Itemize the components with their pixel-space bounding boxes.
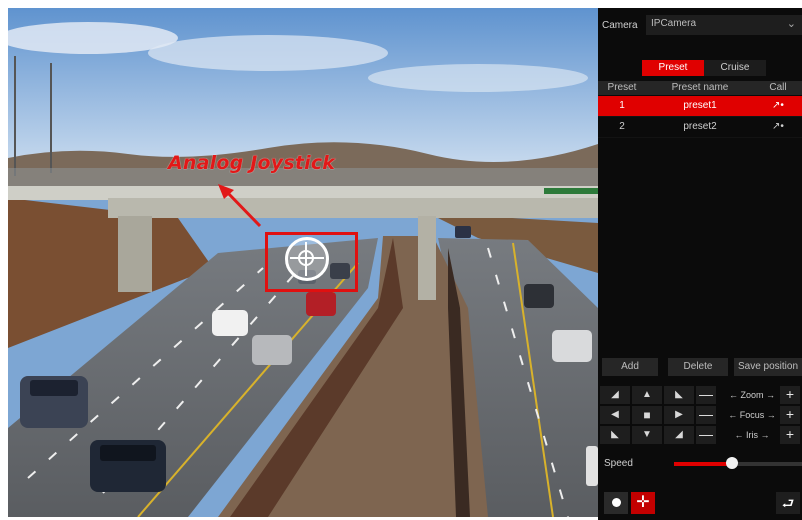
camera-label: Camera xyxy=(602,20,638,31)
ptz-control-panel: Camera IPCamera ⌄ Preset Cruise Preset P… xyxy=(598,8,802,520)
pan-up-right-icon[interactable]: ◣ xyxy=(664,386,694,404)
preset-table-body: 1 preset1 ↗• 2 preset2 ↗• xyxy=(598,96,802,138)
iris-open-button[interactable]: + xyxy=(780,426,800,444)
pan-up-icon[interactable]: ▲ xyxy=(632,386,662,404)
save-position-button[interactable]: Save position xyxy=(734,358,802,376)
focus-label-text: Focus xyxy=(739,410,765,420)
column-header-preset: Preset xyxy=(607,82,637,93)
column-header-call: Call xyxy=(769,82,787,93)
annotation-label: Analog Joystick xyxy=(168,152,336,174)
focus-far-button[interactable]: + xyxy=(780,406,800,424)
speed-label: Speed xyxy=(604,458,633,469)
analog-joystick[interactable] xyxy=(285,237,329,281)
zoom-in-button[interactable]: + xyxy=(780,386,800,404)
zoom-label: ← Zoom → xyxy=(728,390,776,400)
preset-number: 2 xyxy=(619,121,625,132)
joystick-center-icon xyxy=(298,250,314,266)
zoom-out-button[interactable]: — xyxy=(696,386,716,404)
column-header-preset-name: Preset name xyxy=(671,82,729,93)
record-icon[interactable] xyxy=(604,492,628,514)
focus-label: ← Focus → xyxy=(728,410,776,420)
call-preset-icon[interactable]: ↗• xyxy=(754,96,802,116)
call-preset-icon[interactable]: ↗• xyxy=(754,117,802,137)
pan-down-right-icon[interactable]: ◢ xyxy=(664,426,694,444)
camera-select[interactable]: IPCamera ⌄ xyxy=(646,15,802,35)
iris-label-text: Iris xyxy=(746,430,758,440)
preset-action-buttons: Add Delete Save position xyxy=(598,358,802,376)
pan-stop-icon[interactable]: ■ xyxy=(632,406,662,424)
preset-table-header: Preset Preset name Call xyxy=(598,81,802,95)
back-icon[interactable]: ⮐ xyxy=(776,492,800,514)
tab-cruise[interactable]: Cruise xyxy=(704,60,766,76)
speed-slider-fill xyxy=(674,462,732,466)
preset-cruise-tabs: Preset Cruise xyxy=(642,60,766,76)
add-button[interactable]: Add xyxy=(602,358,658,376)
zoom-label-text: Zoom xyxy=(740,390,764,400)
tab-preset[interactable]: Preset xyxy=(642,60,704,76)
delete-button[interactable]: Delete xyxy=(668,358,728,376)
preset-name: preset1 xyxy=(683,100,717,111)
speed-slider[interactable] xyxy=(674,457,802,469)
iris-close-button[interactable]: — xyxy=(696,426,716,444)
live-video-view[interactable]: Analog Joystick xyxy=(8,8,598,517)
pan-right-icon[interactable]: ▶ xyxy=(664,406,694,424)
ptz-crosshair-icon[interactable]: ✛ xyxy=(631,492,655,514)
pan-left-icon[interactable]: ◀ xyxy=(600,406,630,424)
camera-select-value: IPCamera xyxy=(651,18,697,29)
speed-slider-handle[interactable] xyxy=(725,457,738,469)
pan-down-icon[interactable]: ▼ xyxy=(632,426,662,444)
table-row[interactable]: 2 preset2 ↗• xyxy=(598,117,802,138)
table-row[interactable]: 1 preset1 ↗• xyxy=(598,96,802,117)
preset-name: preset2 xyxy=(683,121,717,132)
preset-number: 1 xyxy=(619,100,625,111)
focus-near-button[interactable]: — xyxy=(696,406,716,424)
pan-down-left-icon[interactable]: ◣ xyxy=(600,426,630,444)
chevron-down-icon: ⌄ xyxy=(786,18,796,30)
pan-up-left-icon[interactable]: ◢ xyxy=(600,386,630,404)
iris-label: ← Iris → xyxy=(734,430,770,440)
